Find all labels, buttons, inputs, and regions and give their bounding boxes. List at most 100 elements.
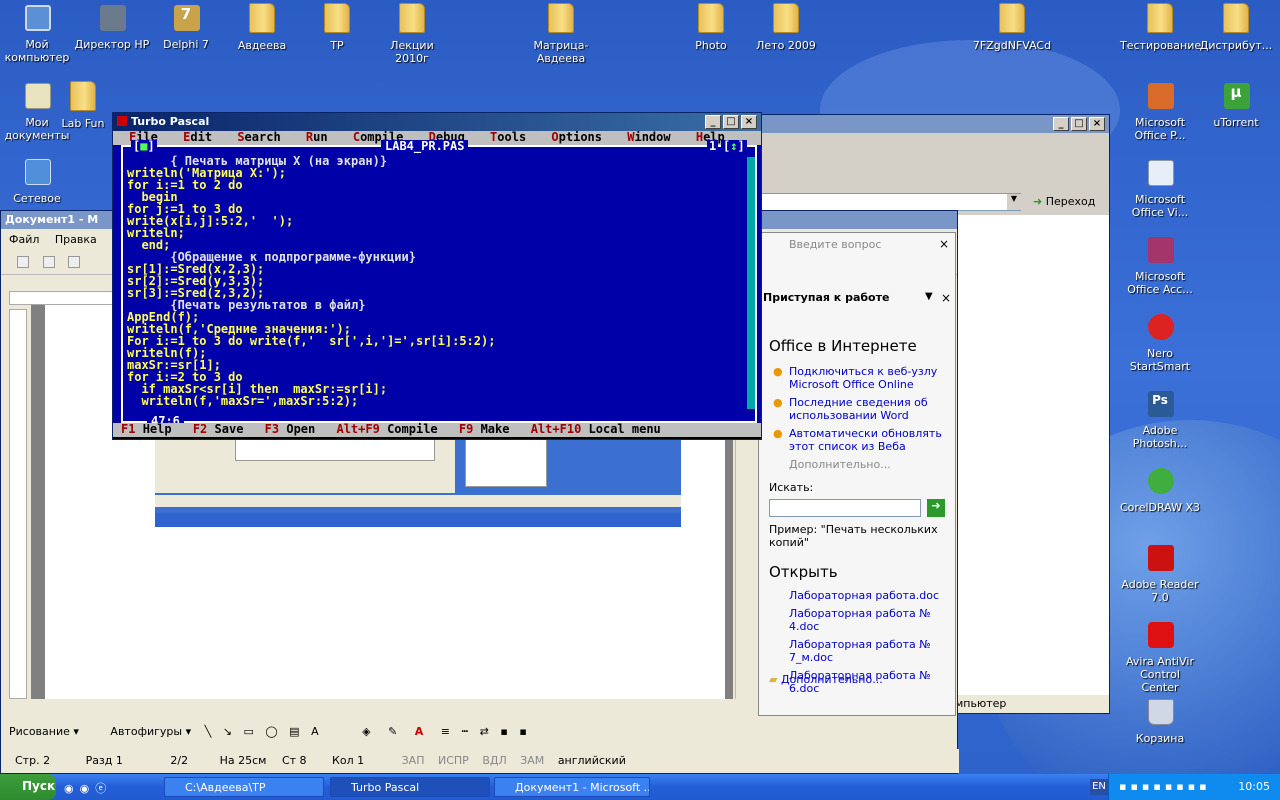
- menu-edit[interactable]: Правка: [55, 233, 97, 246]
- tp-editor[interactable]: [■] LAB4_PR.PAS 1 [↕] { Печать матрицы X…: [121, 140, 757, 427]
- address-field[interactable]: [741, 193, 1021, 211]
- tp-hotkey[interactable]: F1 Help: [121, 422, 172, 436]
- recent-file[interactable]: Лабораторная работа.doc: [789, 589, 953, 602]
- font-color-icon[interactable]: A: [415, 725, 424, 738]
- menu-file[interactable]: Файл: [9, 233, 39, 246]
- arrow-icon[interactable]: ↘: [223, 725, 232, 738]
- desktop-icon-hp-director[interactable]: Директор HP: [72, 2, 152, 51]
- desktop-icon-recycle-bin[interactable]: Корзина: [1120, 696, 1200, 745]
- cut-icon[interactable]: [68, 256, 80, 268]
- desktop-icon-visio[interactable]: Microsoft Office Vi...: [1120, 157, 1200, 219]
- fill-color-icon[interactable]: ◈: [362, 725, 370, 738]
- desktop-icon-folder-photo[interactable]: Photo: [671, 2, 751, 52]
- desktop-icon-folder-tp[interactable]: TP: [297, 2, 377, 52]
- hp-director-icon: [96, 2, 128, 34]
- tp-vertical-scrollbar[interactable]: [747, 157, 755, 409]
- tp-close-box[interactable]: [■]: [131, 140, 157, 152]
- desktop-icon-folder-distrib[interactable]: Дистрибут...: [1196, 2, 1276, 52]
- chevron-down-icon[interactable]: ▼: [925, 291, 933, 302]
- tp-menu-item[interactable]: Search: [237, 130, 280, 144]
- desktop-icon-folder-matrix[interactable]: Матрица-Авдеева: [521, 2, 601, 65]
- quick-launch-icon[interactable]: ◉: [80, 782, 96, 795]
- tp-hotkey[interactable]: Alt+F10 Local menu: [531, 422, 661, 436]
- desktop-icon-folder-summer[interactable]: Лето 2009: [746, 2, 826, 52]
- more-files-link[interactable]: ▰ Дополнительно...: [769, 673, 883, 686]
- taskbar-button-explorer[interactable]: C:\Авдеева\TP: [164, 777, 324, 797]
- tp-hotkey[interactable]: F2 Save: [193, 422, 244, 436]
- close-icon[interactable]: ×: [941, 291, 951, 305]
- textbox-icon[interactable]: ▤: [289, 725, 299, 738]
- maximize-button[interactable]: □: [1071, 117, 1087, 131]
- recent-file[interactable]: Лабораторная работа № 7_м.doc: [789, 638, 953, 664]
- minimize-button[interactable]: _: [705, 115, 721, 129]
- tp-hotkey[interactable]: F3 Open: [265, 422, 316, 436]
- autoshapes-menu[interactable]: Автофигуры: [110, 725, 182, 738]
- dash-style-icon[interactable]: ┅: [462, 725, 469, 738]
- taskbar-button-word[interactable]: Документ1 - Microsoft ...: [494, 777, 650, 797]
- horizontal-ruler: [9, 291, 129, 305]
- desktop-icon-folder-avdeeva[interactable]: Авдеева: [222, 2, 302, 52]
- tp-menu-item[interactable]: Edit: [183, 130, 212, 144]
- go-button[interactable]: ➜ Переход: [1029, 193, 1109, 211]
- tp-hotkey[interactable]: Alt+F9 Compile: [336, 422, 437, 436]
- desktop-icon-folder-lectures[interactable]: Лекции 2010г: [372, 2, 452, 65]
- tp-zoom-box[interactable]: [↕]: [721, 140, 747, 152]
- search-input[interactable]: [769, 499, 921, 517]
- desktop-icon-coreldraw[interactable]: CorelDRAW X3: [1120, 465, 1200, 514]
- save-icon[interactable]: [17, 256, 29, 268]
- close-button[interactable]: ×: [741, 115, 757, 129]
- oval-icon[interactable]: ◯: [265, 725, 277, 738]
- folder-icon: [545, 3, 577, 35]
- rectangle-icon[interactable]: ▭: [243, 725, 253, 738]
- desktop-icon-my-computer[interactable]: Мой компьютер: [0, 2, 77, 64]
- desktop-icon-avira[interactable]: Avira AntiVir Control Center: [1120, 619, 1200, 694]
- desktop-icon-network[interactable]: Сетевое: [0, 156, 77, 205]
- tp-menu-item[interactable]: Options: [551, 130, 602, 144]
- embedded-drawing-bar: [155, 495, 681, 507]
- chevron-down-icon[interactable]: ▼: [1007, 194, 1021, 210]
- browser-icon[interactable]: ⓔ: [95, 782, 112, 795]
- ask-question-input[interactable]: Введите вопрос: [789, 237, 939, 253]
- link-word-news[interactable]: Последние сведения об использовании Word: [789, 396, 928, 422]
- desktop-icon-delphi[interactable]: 7 Delphi 7: [146, 2, 226, 51]
- wordart-icon[interactable]: A: [311, 725, 319, 738]
- line-icon[interactable]: ╲: [205, 725, 212, 738]
- close-icon[interactable]: ×: [939, 237, 949, 251]
- preview-icon[interactable]: [42, 256, 55, 268]
- desktop-icon-utorrent[interactable]: µ uTorrent: [1196, 80, 1276, 129]
- my-computer-icon: [21, 2, 53, 34]
- line-color-icon[interactable]: ✎: [388, 725, 397, 738]
- arrow-style-icon[interactable]: ⇄: [480, 725, 489, 738]
- close-button[interactable]: ×: [1089, 117, 1105, 131]
- tp-menu-item[interactable]: Window: [627, 130, 670, 144]
- recent-file[interactable]: Лабораторная работа № 4.doc: [789, 607, 953, 633]
- desktop-icon-folder-testing[interactable]: Тестирование: [1120, 2, 1201, 52]
- taskbar-button-turbo-pascal[interactable]: Turbo Pascal: [330, 777, 490, 797]
- drawing-menu[interactable]: Рисование: [9, 725, 70, 738]
- link-more[interactable]: Дополнительно...: [773, 458, 943, 471]
- 3d-icon[interactable]: ▪: [519, 725, 526, 738]
- desktop-icon-nero[interactable]: Nero StartSmart: [1120, 311, 1200, 373]
- link-office-online[interactable]: Подключиться к веб-узлу Microsoft Office…: [789, 365, 937, 391]
- explorer-titlebar: _ □ ×: [741, 115, 1109, 133]
- desktop-icon-powerpoint[interactable]: Microsoft Office P...: [1120, 80, 1200, 142]
- shadow-icon[interactable]: ▪: [500, 725, 507, 738]
- minimize-button[interactable]: _: [1053, 117, 1069, 131]
- language-indicator[interactable]: EN: [1090, 779, 1108, 795]
- maximize-button[interactable]: □: [723, 115, 739, 129]
- quick-launch-icon[interactable]: ◉: [64, 782, 80, 795]
- desktop-icon-lab-fun[interactable]: Lab Fun: [58, 80, 108, 130]
- desktop-icon-photoshop[interactable]: Ps Adobe Photosh...: [1120, 388, 1200, 450]
- desktop-icon-folder-7fz[interactable]: 7FZgdNFVACd: [972, 2, 1052, 52]
- desktop-icon-label: Лекции 2010г: [390, 39, 434, 65]
- tp-hotkey[interactable]: F9 Make: [459, 422, 510, 436]
- link-auto-update[interactable]: Автоматически обновлять этот список из В…: [789, 427, 942, 453]
- start-button[interactable]: Пуск: [0, 774, 56, 800]
- desktop-icon-adobe-reader[interactable]: Adobe Reader 7.0: [1120, 542, 1200, 604]
- line-style-icon[interactable]: ≡: [441, 725, 450, 738]
- search-go-icon[interactable]: ➜: [927, 499, 945, 517]
- tp-menu-item[interactable]: Tools: [490, 130, 526, 144]
- tp-menu-item[interactable]: Run: [306, 130, 328, 144]
- tray-icons[interactable]: ▪▪▪▪▪▪▪▪: [1119, 780, 1211, 793]
- desktop-icon-access[interactable]: Microsoft Office Acc...: [1120, 234, 1200, 296]
